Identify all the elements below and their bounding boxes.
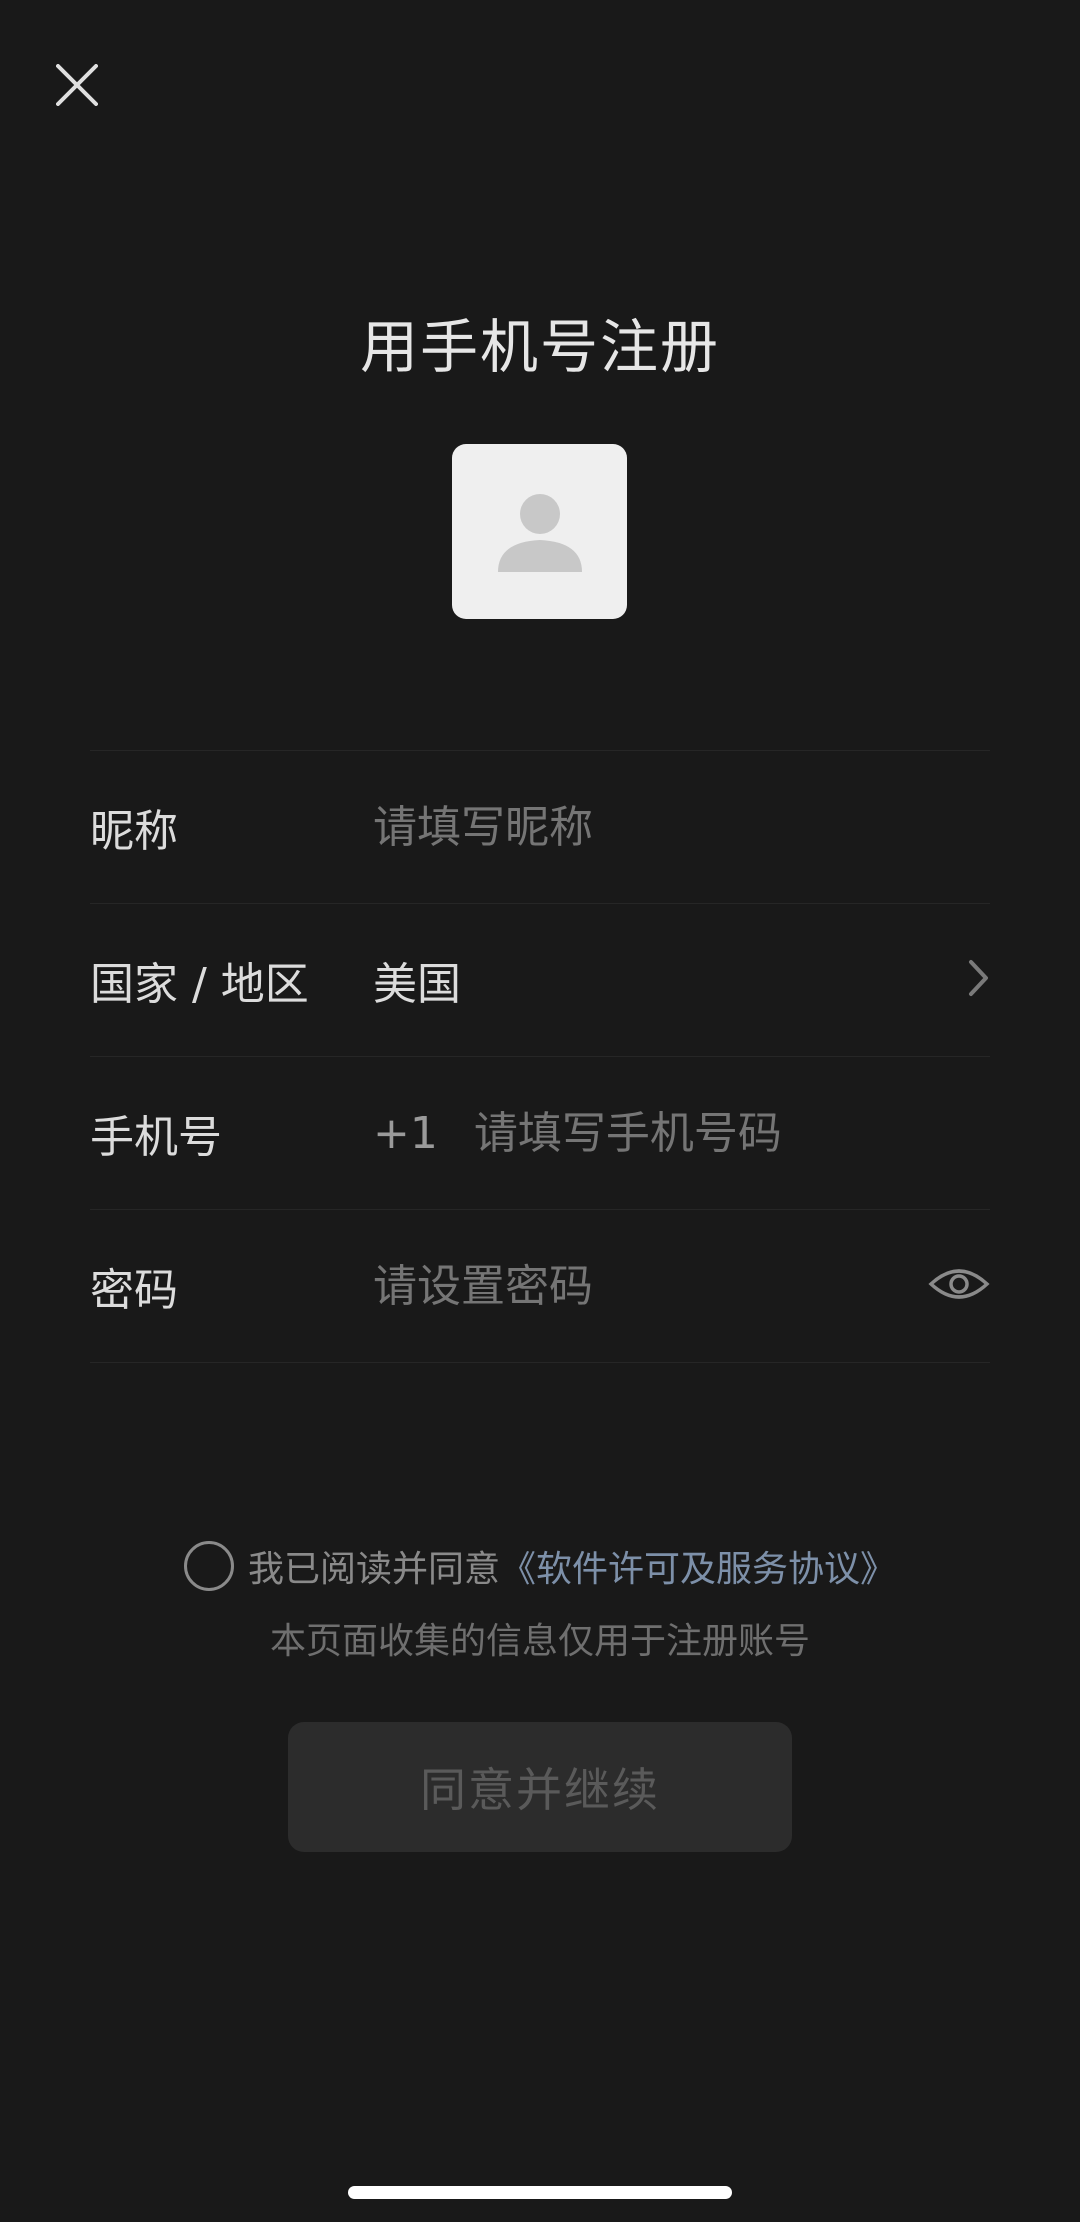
privacy-note: 本页面收集的信息仅用于注册账号 bbox=[269, 1621, 810, 1662]
chevron-right-icon bbox=[968, 959, 990, 1001]
nickname-label: 昵称 bbox=[90, 806, 178, 857]
agreement-section: 我已阅读并同意 《软件许可及服务协议》 本页面收集的信息仅用于注册账号 bbox=[0, 1540, 1080, 1664]
phone-input[interactable] bbox=[473, 1107, 1022, 1159]
password-row: 密码 bbox=[90, 1209, 990, 1363]
region-row[interactable]: 国家 / 地区 美国 bbox=[90, 903, 990, 1056]
phone-label: 手机号 bbox=[90, 1112, 222, 1163]
region-value: 美国 bbox=[373, 959, 461, 1010]
home-indicator[interactable] bbox=[348, 2186, 732, 2199]
person-icon bbox=[494, 484, 586, 580]
close-button[interactable] bbox=[46, 56, 108, 118]
nickname-row: 昵称 bbox=[90, 750, 990, 903]
phone-row: 手机号 +1 bbox=[90, 1056, 1022, 1209]
agreement-line: 我已阅读并同意 《软件许可及服务协议》 bbox=[0, 1540, 1080, 1592]
eye-icon[interactable] bbox=[928, 1264, 990, 1308]
agree-checkbox[interactable] bbox=[183, 1541, 234, 1591]
region-label: 国家 / 地区 bbox=[90, 959, 309, 1010]
agreement-prefix: 我已阅读并同意 bbox=[247, 1549, 500, 1590]
agree-continue-button[interactable]: 同意并继续 bbox=[288, 1722, 792, 1852]
password-input[interactable] bbox=[373, 1260, 990, 1312]
close-icon bbox=[56, 64, 98, 110]
avatar-upload[interactable] bbox=[452, 444, 627, 619]
license-link[interactable]: 《软件许可及服务协议》 bbox=[500, 1540, 896, 1592]
nickname-input[interactable] bbox=[373, 801, 990, 853]
country-code[interactable]: +1 bbox=[373, 1108, 438, 1159]
password-label: 密码 bbox=[90, 1265, 178, 1316]
page-title: 用手机号注册 bbox=[359, 313, 720, 381]
registration-form: 昵称 国家 / 地区 美国 手机号 +1 密码 bbox=[90, 750, 1022, 1363]
